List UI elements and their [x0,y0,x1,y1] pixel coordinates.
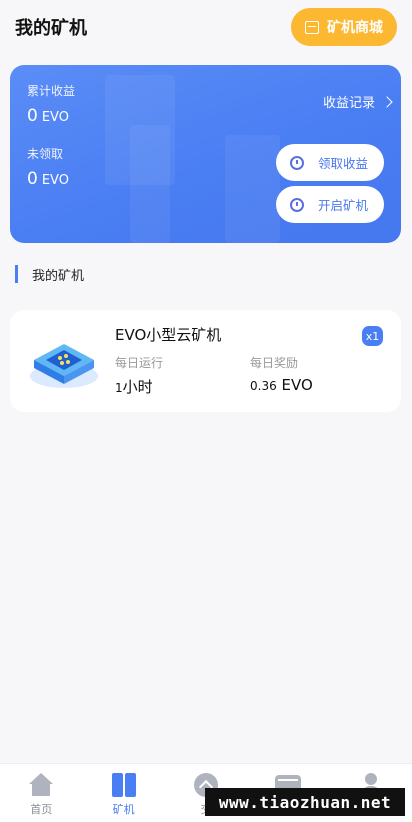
daily-run-unit: 小时 [122,378,153,396]
chevron-right-icon [381,95,393,108]
daily-run-value: 1小时 [115,376,153,397]
daily-run-number: 1 [115,381,123,395]
unclaimed-value: 0 EVO [27,169,69,189]
clock-icon [290,155,304,170]
app-header: 我的矿机 矿机商城 [0,0,412,54]
unclaimed-number: 0 [27,169,38,189]
miner-chip-icon [30,344,98,388]
tab-miner[interactable]: 矿机 [82,764,164,822]
miner-shop-label: 矿机商城 [327,20,383,36]
shop-icon [305,20,319,34]
daily-run-label: 每日运行 [115,356,164,370]
total-earnings-unit: EVO [41,110,69,125]
unclaimed-unit: EVO [41,173,69,188]
tab-home[interactable]: 首页 [0,764,82,822]
earnings-records-label: 收益记录 [322,96,375,111]
daily-reward-number: 0.36 [250,379,277,393]
clock-icon [290,197,304,212]
earnings-records-link[interactable]: 收益记录 [322,92,393,111]
start-miner-button[interactable]: 开启矿机 [276,186,384,223]
total-earnings-value: 0 EVO [27,106,69,126]
unclaimed-label: 未领取 [27,147,64,161]
miner-icon [111,773,137,797]
total-earnings-label: 累计收益 [27,84,76,98]
daily-reward-unit: EVO [281,376,313,394]
earnings-card: 累计收益 0 EVO 未领取 0 EVO 收益记录 领取收益 开启矿机 [10,65,401,243]
watermark: www.tiaozhuan.net [205,788,405,816]
quantity-badge: x1 [362,326,383,346]
claim-earnings-button[interactable]: 领取收益 [276,144,384,181]
total-earnings-number: 0 [27,106,38,126]
miner-name: EVO小型云矿机 [115,326,222,344]
tab-miner-label: 矿机 [112,803,135,816]
home-icon [28,773,54,797]
start-miner-label: 开启矿机 [318,198,369,213]
section-title: 我的矿机 [15,265,84,284]
daily-reward-label: 每日奖励 [250,356,299,370]
miner-shop-button[interactable]: 矿机商城 [291,8,397,46]
miner-list-item[interactable]: EVO小型云矿机 x1 每日运行 1小时 每日奖励 0.36 EVO [10,310,401,412]
daily-reward-value: 0.36 EVO [250,376,313,394]
tab-home-label: 首页 [30,803,53,816]
page-title: 我的矿机 [15,18,87,39]
claim-earnings-label: 领取收益 [318,156,369,171]
background-decoration [225,135,280,243]
background-decoration [130,125,170,243]
